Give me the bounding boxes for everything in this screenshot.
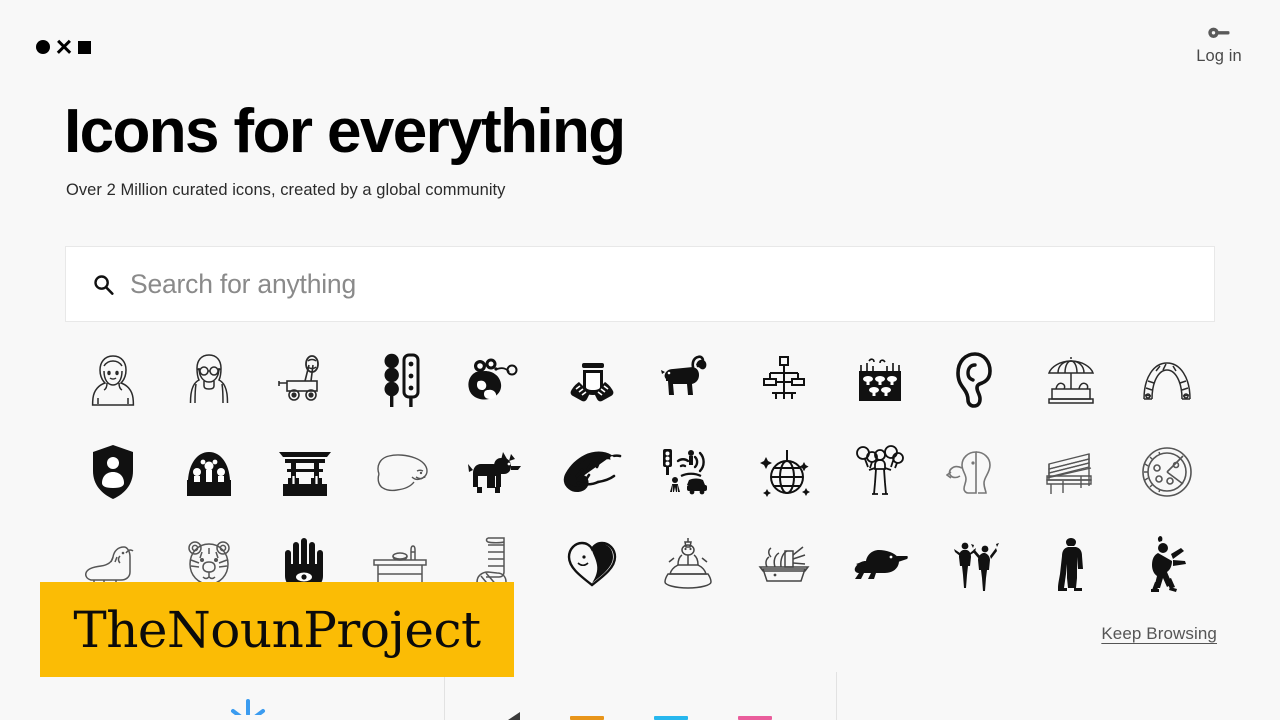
disco-ball-icon[interactable] (736, 426, 832, 518)
goat-icon[interactable] (640, 334, 736, 426)
woman-hijab-icon[interactable] (65, 334, 161, 426)
blue-burst-icon (219, 698, 277, 720)
bottom-accent-row (508, 698, 772, 720)
scottish-terrier-icon[interactable] (448, 426, 544, 518)
bottom-col-1 (52, 698, 444, 720)
singing-mouse-icon[interactable] (448, 334, 544, 426)
mushroom-farm-icon[interactable] (832, 334, 928, 426)
icon-results-grid (65, 334, 1215, 610)
login-label: Log in (1196, 47, 1242, 65)
park-bench-icon[interactable] (1023, 426, 1119, 518)
orange-bar-icon (570, 716, 604, 720)
catapult-cart-icon[interactable] (257, 334, 353, 426)
watermark-text: TheNounProject (73, 600, 481, 659)
person-balloons-icon[interactable] (832, 426, 928, 518)
fountain-icon[interactable] (161, 426, 257, 518)
arched-bridge-icon[interactable] (1119, 334, 1215, 426)
shield-person-icon[interactable] (65, 426, 161, 518)
traffic-lights-icon[interactable] (353, 334, 449, 426)
bottom-section (0, 672, 1280, 720)
circuit-fountain-icon[interactable] (736, 334, 832, 426)
bottom-col-3 (836, 698, 1228, 720)
login-button[interactable]: Log in (1180, 26, 1258, 66)
search-bar[interactable] (65, 246, 1215, 322)
ear-icon[interactable] (928, 334, 1024, 426)
dancing-person-icon[interactable] (1119, 518, 1215, 610)
hands-jar-icon[interactable] (544, 334, 640, 426)
bottom-col-2 (444, 698, 836, 720)
polar-bear-icon[interactable] (353, 426, 449, 518)
noun-project-watermark: TheNounProject (40, 582, 514, 677)
pizza-icon[interactable] (1119, 426, 1215, 518)
page-subtitle: Over 2 Million curated icons, created by… (66, 181, 506, 199)
sandbox-umbrella-icon[interactable] (1023, 334, 1119, 426)
standing-person-icon[interactable] (1023, 518, 1119, 610)
page-title: Icons for everything (64, 97, 626, 166)
food-dish-icon[interactable] (736, 518, 832, 610)
two-dancers-icon[interactable] (928, 518, 1024, 610)
page-root: Log in Icons for everything Over 2 Milli… (0, 0, 1280, 720)
dark-wedge-icon (508, 712, 520, 720)
noun-project-logo[interactable] (36, 40, 91, 54)
search-icon (92, 273, 114, 295)
search-input[interactable] (130, 264, 1214, 304)
keep-browsing-link[interactable]: Keep Browsing (1101, 624, 1217, 644)
key-icon (1180, 26, 1258, 42)
cyan-bar-icon (654, 716, 688, 720)
ghost-blowing-icon[interactable] (928, 426, 1024, 518)
site-header: Log in (0, 0, 1280, 92)
pink-bar-icon (738, 716, 772, 720)
duck-icon[interactable] (832, 518, 928, 610)
lizard-icon[interactable] (544, 426, 640, 518)
logo-square-icon (78, 40, 91, 54)
torii-gate-icon[interactable] (257, 426, 353, 518)
smart-city-traffic-icon[interactable] (640, 426, 736, 518)
logo-x-icon (57, 40, 71, 54)
buddha-statue-icon[interactable] (640, 518, 736, 610)
logo-circle-icon (36, 40, 50, 54)
hero-section: Icons for everything Over 2 Million cura… (64, 96, 1216, 200)
heart-face-icon[interactable] (544, 518, 640, 610)
woman-glasses-icon[interactable] (161, 334, 257, 426)
